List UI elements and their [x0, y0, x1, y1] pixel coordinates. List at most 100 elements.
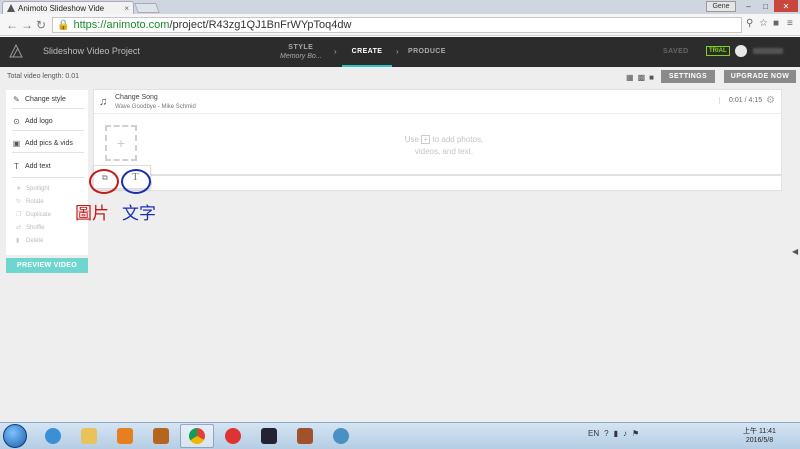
logo-icon: ⊙	[13, 117, 20, 126]
taskbar-app-icon[interactable]	[324, 424, 358, 448]
gear-icon[interactable]: ⚙	[766, 95, 775, 106]
taskbar-chrome-icon[interactable]	[180, 424, 214, 448]
sidebar-subitem-shuffle: ⇄ Shuffle	[16, 224, 45, 232]
start-button[interactable]	[3, 424, 27, 448]
sidebar-subitem-label: Spotlight	[26, 185, 50, 192]
taskbar-media-player-icon[interactable]	[108, 424, 142, 448]
url-prefix: https://	[73, 19, 107, 31]
step-produce[interactable]: PRODUCE	[408, 48, 446, 55]
chevron-right-icon: ›	[396, 47, 399, 56]
sidebar-item-add-pics[interactable]: ▣ Add pics & vids	[12, 135, 84, 153]
extension-icon[interactable]: ■	[773, 18, 779, 29]
tools-sidebar: ✎ Change style ⊙ Add logo ▣ Add pics & v…	[6, 90, 88, 255]
panel-collapse-arrow-icon[interactable]: ◀	[792, 247, 798, 256]
browser-toolbar: ← → ↻ 🔒 https://animoto.com/project/R43z…	[0, 14, 800, 36]
pencil-icon: ✎	[13, 95, 20, 104]
menu-icon[interactable]: ≡	[787, 18, 793, 29]
sidebar-item-add-logo[interactable]: ⊙ Add logo	[12, 113, 84, 131]
clock[interactable]: 上午 11:41 2016/5/8	[743, 427, 776, 445]
grid-small-view-icon[interactable]: ■	[649, 73, 654, 82]
chevron-right-icon: ›	[334, 47, 337, 56]
taskbar-app-icon[interactable]	[288, 424, 322, 448]
song-time: 0:01 / 4:15	[719, 97, 762, 104]
sidebar-item-label: Add pics & vids	[25, 140, 73, 147]
account-name-blurred[interactable]	[753, 48, 783, 54]
music-note-icon: ♫	[99, 96, 108, 108]
settings-button[interactable]: SETTINGS	[661, 70, 715, 83]
network-icon[interactable]: ▮	[614, 429, 618, 438]
taskbar-app-icon[interactable]	[216, 424, 250, 448]
browser-titlebar: Animoto Slideshow Vide × Gene – □ ✕	[0, 0, 800, 14]
sidebar-subitem-label: Shuffle	[26, 224, 45, 231]
drop-hint-use: Use	[404, 135, 420, 144]
trash-icon: ▮	[16, 238, 20, 244]
avatar[interactable]	[735, 45, 747, 57]
animoto-logo-icon[interactable]	[9, 44, 23, 58]
sidebar-subitem-delete: ▮ Delete	[16, 237, 44, 245]
windows-taskbar: EN ? ▮ ♪ ⚑ 上午 11:41 2016/5/8	[0, 422, 800, 449]
add-media-placeholder[interactable]: +	[105, 125, 137, 161]
language-icon[interactable]: EN	[588, 429, 599, 438]
taskbar-video-editor-icon[interactable]	[252, 424, 286, 448]
sidebar-subitem-label: Rotate	[26, 198, 44, 205]
back-arrow-icon[interactable]: ←	[6, 18, 18, 32]
browser-tab[interactable]: Animoto Slideshow Vide ×	[2, 1, 134, 14]
song-row[interactable]: ong	[93, 175, 782, 191]
taskbar-explorer-icon[interactable]	[72, 424, 106, 448]
forward-arrow-icon[interactable]: →	[21, 18, 33, 32]
browser-user-chip[interactable]: Gene	[706, 1, 736, 12]
close-window-button[interactable]: ✕	[774, 0, 798, 12]
url-host: animoto.com	[106, 19, 170, 31]
sidebar-subitem-spotlight: ★ Spotlight	[16, 185, 50, 193]
clock-time: 上午 11:41	[743, 428, 776, 435]
text-icon: T	[14, 161, 19, 171]
sidebar-item-change-style[interactable]: ✎ Change style	[12, 91, 84, 109]
image-icon: ▣	[12, 139, 21, 148]
sidebar-subitem-rotate: ↻ Rotate	[16, 198, 44, 206]
step-style[interactable]: STYLE Memory Bo...	[280, 43, 322, 61]
annotation-circle-text	[121, 169, 151, 194]
drop-hint: Use + to add photos, videos, and text.	[384, 134, 504, 158]
help-icon[interactable]: ?	[604, 429, 608, 438]
step-style-label: STYLE	[288, 44, 314, 51]
taskbar-app-icon[interactable]	[144, 424, 178, 448]
sidebar-item-label: Add text	[25, 162, 51, 170]
shuffle-icon: ⇄	[16, 225, 22, 231]
sidebar-item-add-text[interactable]: T Add text	[12, 157, 84, 175]
song-artist: Wave Goodbye - Mike Schmid	[115, 104, 196, 110]
annotation-circle-picture	[89, 169, 119, 194]
grid-medium-view-icon[interactable]: ▩	[638, 73, 646, 82]
step-create[interactable]: CREATE	[342, 37, 392, 67]
bookmark-star-icon[interactable]: ☆	[759, 18, 768, 29]
upgrade-now-button[interactable]: UPGRADE NOW	[724, 70, 796, 83]
saved-status: SAVED	[663, 48, 689, 55]
preview-video-button[interactable]: PREVIEW VIDEO	[6, 258, 88, 273]
app-header: Slideshow Video Project STYLE Memory Bo.…	[0, 37, 800, 67]
taskbar-ie-icon[interactable]	[36, 424, 70, 448]
duplicate-icon: ❐	[16, 212, 22, 218]
sidebar-subitem-duplicate: ❐ Duplicate	[16, 211, 51, 219]
minimize-button[interactable]: –	[740, 0, 757, 12]
song-bar[interactable]: ♫ Change Song Wave Goodbye - Mike Schmid…	[94, 90, 781, 114]
workspace: Total video length: 0.01 ▦ ▩ ■ SETTINGS …	[0, 67, 800, 422]
zoom-icon[interactable]: ⚲	[746, 18, 753, 29]
animoto-favicon-icon	[7, 4, 15, 12]
grid-large-view-icon[interactable]: ▦	[626, 73, 634, 82]
address-bar[interactable]: 🔒 https://animoto.com/project/R43zg1QJ1B…	[52, 17, 742, 33]
system-tray: EN ? ▮ ♪ ⚑	[588, 429, 639, 438]
sidebar-subitem-label: Delete	[26, 237, 44, 244]
tab-close-icon[interactable]: ×	[124, 4, 129, 13]
project-title[interactable]: Slideshow Video Project	[43, 46, 140, 56]
annotation-label-picture: 圖片	[75, 204, 109, 223]
flag-icon[interactable]: ⚑	[632, 429, 639, 438]
clock-date: 2016/5/8	[745, 437, 774, 444]
total-video-length: Total video length: 0.01	[7, 73, 79, 80]
tab-title: Animoto Slideshow Vide	[18, 3, 105, 13]
star-icon: ★	[16, 186, 22, 192]
volume-icon[interactable]: ♪	[623, 429, 627, 438]
new-tab-button[interactable]	[134, 3, 160, 13]
reload-icon[interactable]: ↻	[36, 18, 46, 32]
annotation-label-text: 文字	[122, 204, 156, 223]
maximize-button[interactable]: □	[757, 0, 774, 12]
change-song-link[interactable]: Change Song	[115, 94, 158, 101]
